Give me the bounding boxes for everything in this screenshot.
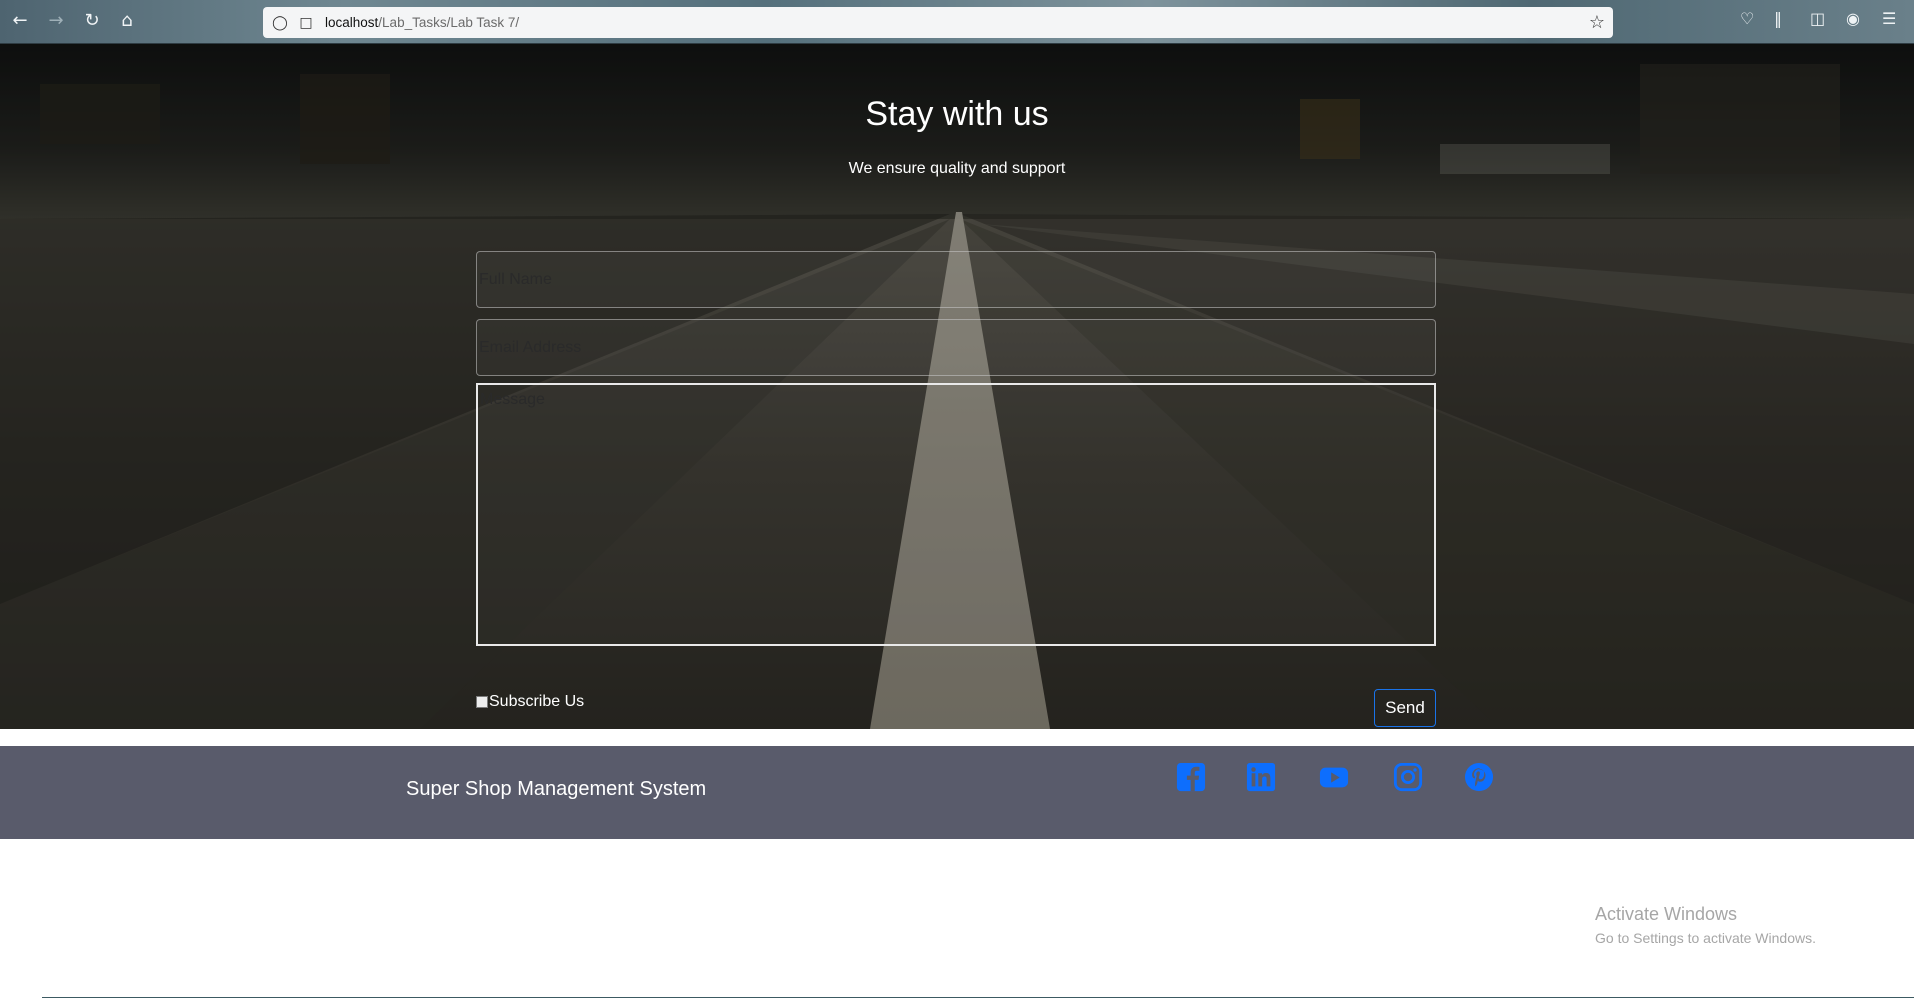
bookmark-star-icon[interactable]: ☆: [1589, 12, 1605, 33]
page-subtitle: We ensure quality and support: [848, 160, 1066, 177]
pinterest-icon[interactable]: [1463, 761, 1495, 793]
page-title: Stay with us: [865, 95, 1049, 133]
url-text[interactable]: localhost/Lab_Tasks/Lab Task 7/: [325, 15, 519, 30]
page-icon: □: [299, 14, 313, 31]
browser-toolbar: ← → ↻ ⌂ ◯ □ localhost/Lab_Tasks/Lab Task…: [0, 0, 1914, 44]
library-icon[interactable]: ‖: [1774, 9, 1782, 28]
instagram-icon[interactable]: [1392, 761, 1424, 793]
pocket-icon[interactable]: ♡: [1740, 9, 1754, 28]
taskbar-edge: [42, 997, 1914, 998]
extension-icon[interactable]: ◉: [1846, 9, 1860, 28]
url-path: /Lab_Tasks/Lab Task 7/: [378, 15, 520, 30]
home-icon[interactable]: ⌂: [115, 9, 139, 33]
reload-icon[interactable]: ↻: [80, 9, 104, 33]
send-button[interactable]: Send: [1374, 689, 1436, 727]
subscribe-option[interactable]: Subscribe Us: [476, 692, 584, 712]
address-bar[interactable]: ◯ □ localhost/Lab_Tasks/Lab Task 7/ ☆: [263, 7, 1613, 38]
email-input[interactable]: [476, 319, 1436, 376]
message-textarea[interactable]: [476, 383, 1436, 646]
youtube-icon[interactable]: [1318, 761, 1350, 793]
url-host: localhost: [325, 15, 379, 30]
shield-icon[interactable]: ◯: [271, 14, 289, 32]
linkedin-icon[interactable]: [1245, 761, 1277, 793]
subscribe-label: Subscribe Us: [489, 693, 585, 710]
forward-icon[interactable]: →: [44, 9, 68, 33]
subscribe-checkbox[interactable]: [476, 696, 488, 708]
menu-icon[interactable]: ☰: [1882, 9, 1896, 28]
facebook-icon[interactable]: [1175, 761, 1207, 793]
activate-windows-subtitle: Go to Settings to activate Windows.: [1595, 930, 1816, 946]
back-icon[interactable]: ←: [8, 9, 32, 33]
sidebar-icon[interactable]: ◫: [1810, 9, 1825, 28]
activate-windows-title: Activate Windows: [1595, 904, 1738, 924]
footer: Super Shop Management System: [0, 746, 1914, 839]
full-name-input[interactable]: [476, 251, 1436, 308]
footer-brand: Super Shop Management System: [406, 778, 707, 800]
hero-section: Stay with us We ensure quality and suppo…: [0, 44, 1914, 729]
